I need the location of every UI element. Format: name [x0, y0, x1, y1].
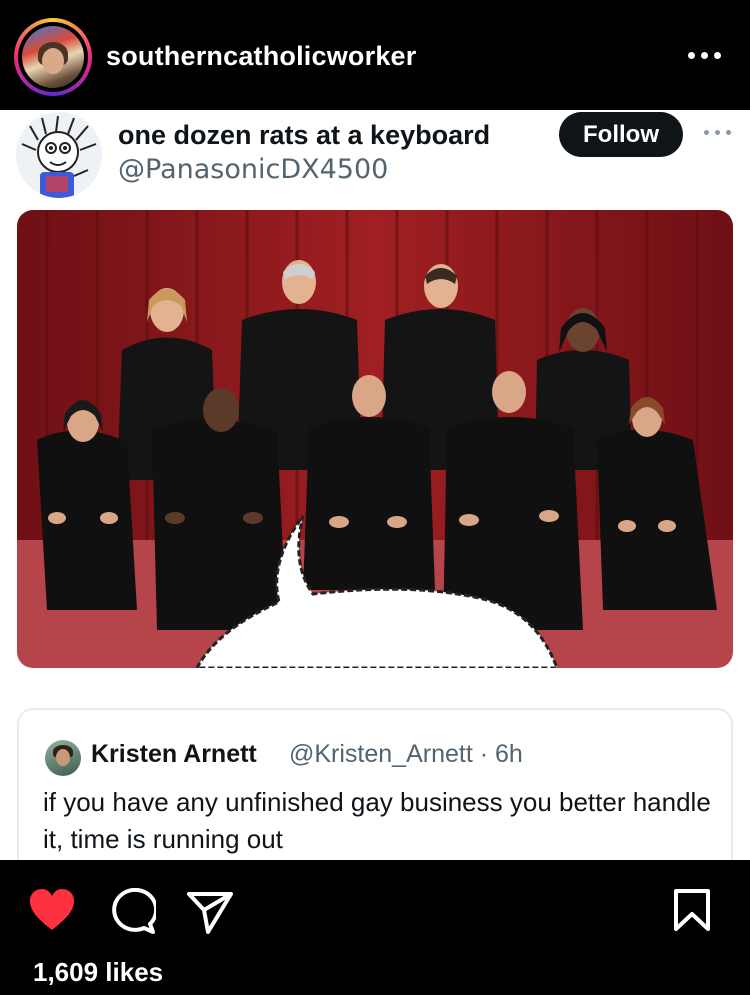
tweet-avatar [16, 112, 102, 198]
likes-count[interactable]: 1,609 likes [33, 957, 163, 988]
send-icon[interactable] [186, 890, 234, 939]
cartoon-avatar-icon [16, 112, 102, 198]
quoted-avatar [45, 740, 81, 776]
post-username[interactable]: southerncatholicworker [106, 41, 416, 72]
profile-avatar[interactable] [14, 18, 92, 96]
quoted-tweet[interactable]: Kristen Arnett @Kristen_Arnett · 6h if y… [17, 708, 733, 860]
quoted-text: if you have any unfinished gay business … [43, 787, 711, 854]
post-header: southerncatholicworker [0, 0, 750, 110]
tweet-display-name[interactable]: one dozen rats at a keyboard [118, 120, 490, 151]
group-photo [17, 210, 733, 668]
more-horizontal-icon[interactable] [682, 40, 728, 70]
quoted-handle-time: @Kristen_Arnett · 6h [289, 740, 523, 768]
tweet-more-icon[interactable] [700, 126, 736, 140]
tweet-handle[interactable]: @PanasonicDX4500 [118, 154, 388, 185]
bookmark-icon[interactable] [672, 888, 712, 937]
comment-icon[interactable] [108, 887, 159, 939]
follow-button[interactable]: Follow [559, 112, 683, 157]
post-actions: 1,609 likes [0, 860, 750, 995]
quoted-display-name: Kristen Arnett [91, 740, 257, 768]
post-image[interactable]: one dozen rats at a keyboard @PanasonicD… [0, 110, 750, 860]
heart-icon[interactable] [28, 888, 76, 937]
